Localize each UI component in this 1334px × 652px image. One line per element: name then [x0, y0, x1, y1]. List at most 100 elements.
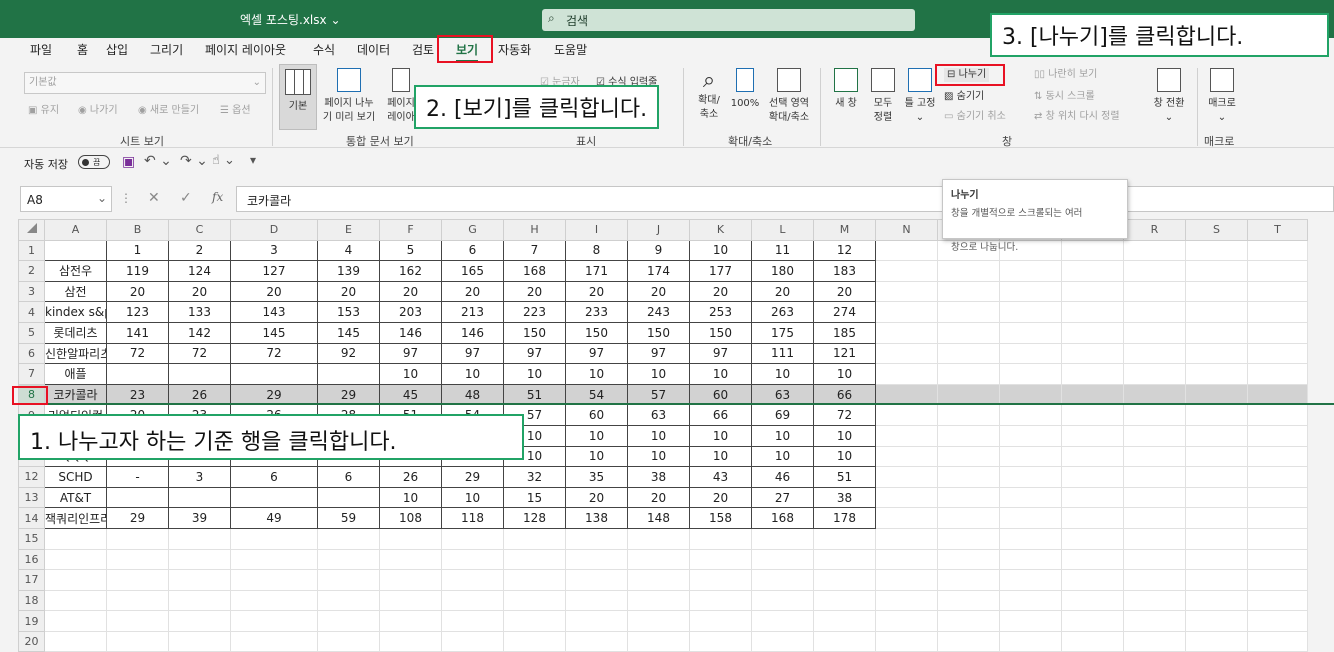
cell[interactable] — [999, 610, 1062, 632]
cell[interactable] — [627, 630, 690, 652]
cell[interactable] — [627, 548, 690, 571]
cell[interactable]: 253 — [689, 301, 752, 323]
cell[interactable] — [106, 548, 169, 571]
cell[interactable]: 180 — [751, 260, 814, 282]
cell[interactable] — [1061, 404, 1124, 426]
column-header[interactable]: R — [1123, 219, 1186, 241]
zoom-to-selection-button[interactable]: 선택 영역 확대/축소 — [764, 68, 814, 125]
cell[interactable]: 48 — [441, 383, 504, 406]
cell[interactable] — [106, 589, 169, 612]
cell[interactable]: 69 — [751, 404, 814, 426]
cell[interactable]: 삼전 — [44, 280, 107, 303]
cell[interactable]: 10 — [689, 424, 752, 447]
cell[interactable] — [1123, 383, 1186, 406]
cell[interactable] — [875, 466, 938, 488]
cell[interactable]: 233 — [565, 301, 628, 323]
cell[interactable]: 72 — [168, 342, 231, 365]
cell[interactable]: 43 — [689, 466, 752, 488]
cell[interactable]: 97 — [441, 342, 504, 365]
row-header[interactable]: 15 — [18, 527, 45, 550]
cell[interactable] — [1123, 548, 1186, 571]
tab-automate[interactable]: 자동화 — [498, 41, 531, 58]
cell[interactable]: 60 — [565, 404, 628, 426]
cell[interactable] — [565, 610, 628, 632]
cell[interactable] — [689, 548, 752, 571]
column-header[interactable]: E — [317, 219, 380, 241]
cell[interactable]: 45 — [379, 383, 442, 406]
cell[interactable] — [379, 548, 442, 571]
cell[interactable]: 150 — [627, 321, 690, 344]
cell[interactable] — [1123, 424, 1186, 447]
cell[interactable]: 72 — [813, 404, 876, 426]
cell[interactable] — [230, 569, 318, 591]
cell[interactable] — [999, 321, 1062, 344]
zoom-100-button[interactable]: 100% — [730, 68, 760, 111]
new-window-button[interactable]: 새 창 — [830, 68, 862, 111]
macros-button[interactable]: 매크로 ⌄ — [1202, 68, 1242, 125]
cell[interactable] — [1061, 548, 1124, 571]
cell[interactable] — [813, 569, 876, 591]
cell[interactable] — [937, 589, 1000, 612]
cell[interactable]: 133 — [168, 301, 231, 323]
tab-draw[interactable]: 그리기 — [150, 41, 183, 58]
cell[interactable] — [317, 527, 380, 550]
cell[interactable] — [1247, 548, 1308, 571]
cell[interactable] — [379, 589, 442, 612]
cell[interactable] — [106, 630, 169, 652]
cell[interactable] — [1247, 321, 1308, 344]
cell[interactable] — [1185, 383, 1248, 406]
enter-icon[interactable]: ✓ — [180, 190, 192, 206]
cell[interactable]: 150 — [689, 321, 752, 344]
cell[interactable]: 146 — [379, 321, 442, 344]
cell[interactable] — [689, 630, 752, 652]
normal-view-button[interactable]: 기본 — [279, 64, 317, 130]
cell[interactable] — [1061, 260, 1124, 282]
cell[interactable]: 잭쿼리인프라 — [44, 507, 107, 529]
cell[interactable] — [1123, 610, 1186, 632]
cell[interactable]: 20 — [503, 280, 566, 303]
cell[interactable] — [937, 260, 1000, 282]
cell[interactable] — [999, 280, 1062, 303]
cell[interactable] — [1247, 383, 1308, 406]
undo-icon[interactable]: ↶ ⌄ — [144, 153, 172, 169]
cell[interactable]: 38 — [813, 486, 876, 509]
cell[interactable]: 35 — [565, 466, 628, 488]
cell[interactable] — [813, 589, 876, 612]
cell[interactable]: 97 — [627, 342, 690, 365]
cell[interactable] — [1123, 260, 1186, 282]
cell[interactable] — [1123, 280, 1186, 303]
cell[interactable]: 97 — [503, 342, 566, 365]
cell[interactable] — [1123, 239, 1186, 262]
cell[interactable]: 10 — [565, 363, 628, 385]
cell[interactable] — [875, 342, 938, 365]
cell[interactable]: 20 — [565, 486, 628, 509]
cell[interactable] — [875, 486, 938, 509]
cell[interactable] — [999, 486, 1062, 509]
cell[interactable] — [751, 569, 814, 591]
cell[interactable] — [44, 589, 107, 612]
cell[interactable] — [565, 527, 628, 550]
cell[interactable] — [999, 589, 1062, 612]
cell[interactable] — [441, 527, 504, 550]
cell[interactable] — [1061, 383, 1124, 406]
cell[interactable]: 72 — [230, 342, 318, 365]
cell[interactable] — [937, 404, 1000, 426]
cell[interactable] — [317, 589, 380, 612]
cell[interactable]: 97 — [379, 342, 442, 365]
cell[interactable] — [937, 445, 1000, 468]
unhide-button[interactable]: ▭ 숨기기 취소 — [944, 110, 1006, 124]
cell[interactable] — [751, 589, 814, 612]
exit-button[interactable]: ◉ 나가기 — [78, 104, 118, 118]
cell[interactable]: 20 — [627, 486, 690, 509]
cell[interactable]: 203 — [379, 301, 442, 323]
cell[interactable]: 20 — [813, 280, 876, 303]
cell[interactable] — [875, 321, 938, 344]
cell[interactable]: 139 — [317, 260, 380, 282]
cell[interactable] — [1247, 466, 1308, 488]
cell[interactable] — [317, 569, 380, 591]
cell[interactable] — [1247, 589, 1308, 612]
cell[interactable] — [1247, 404, 1308, 426]
cell[interactable]: 20 — [168, 280, 231, 303]
tab-page-layout[interactable]: 페이지 레이아웃 — [205, 41, 286, 58]
cell[interactable]: 10 — [565, 424, 628, 447]
